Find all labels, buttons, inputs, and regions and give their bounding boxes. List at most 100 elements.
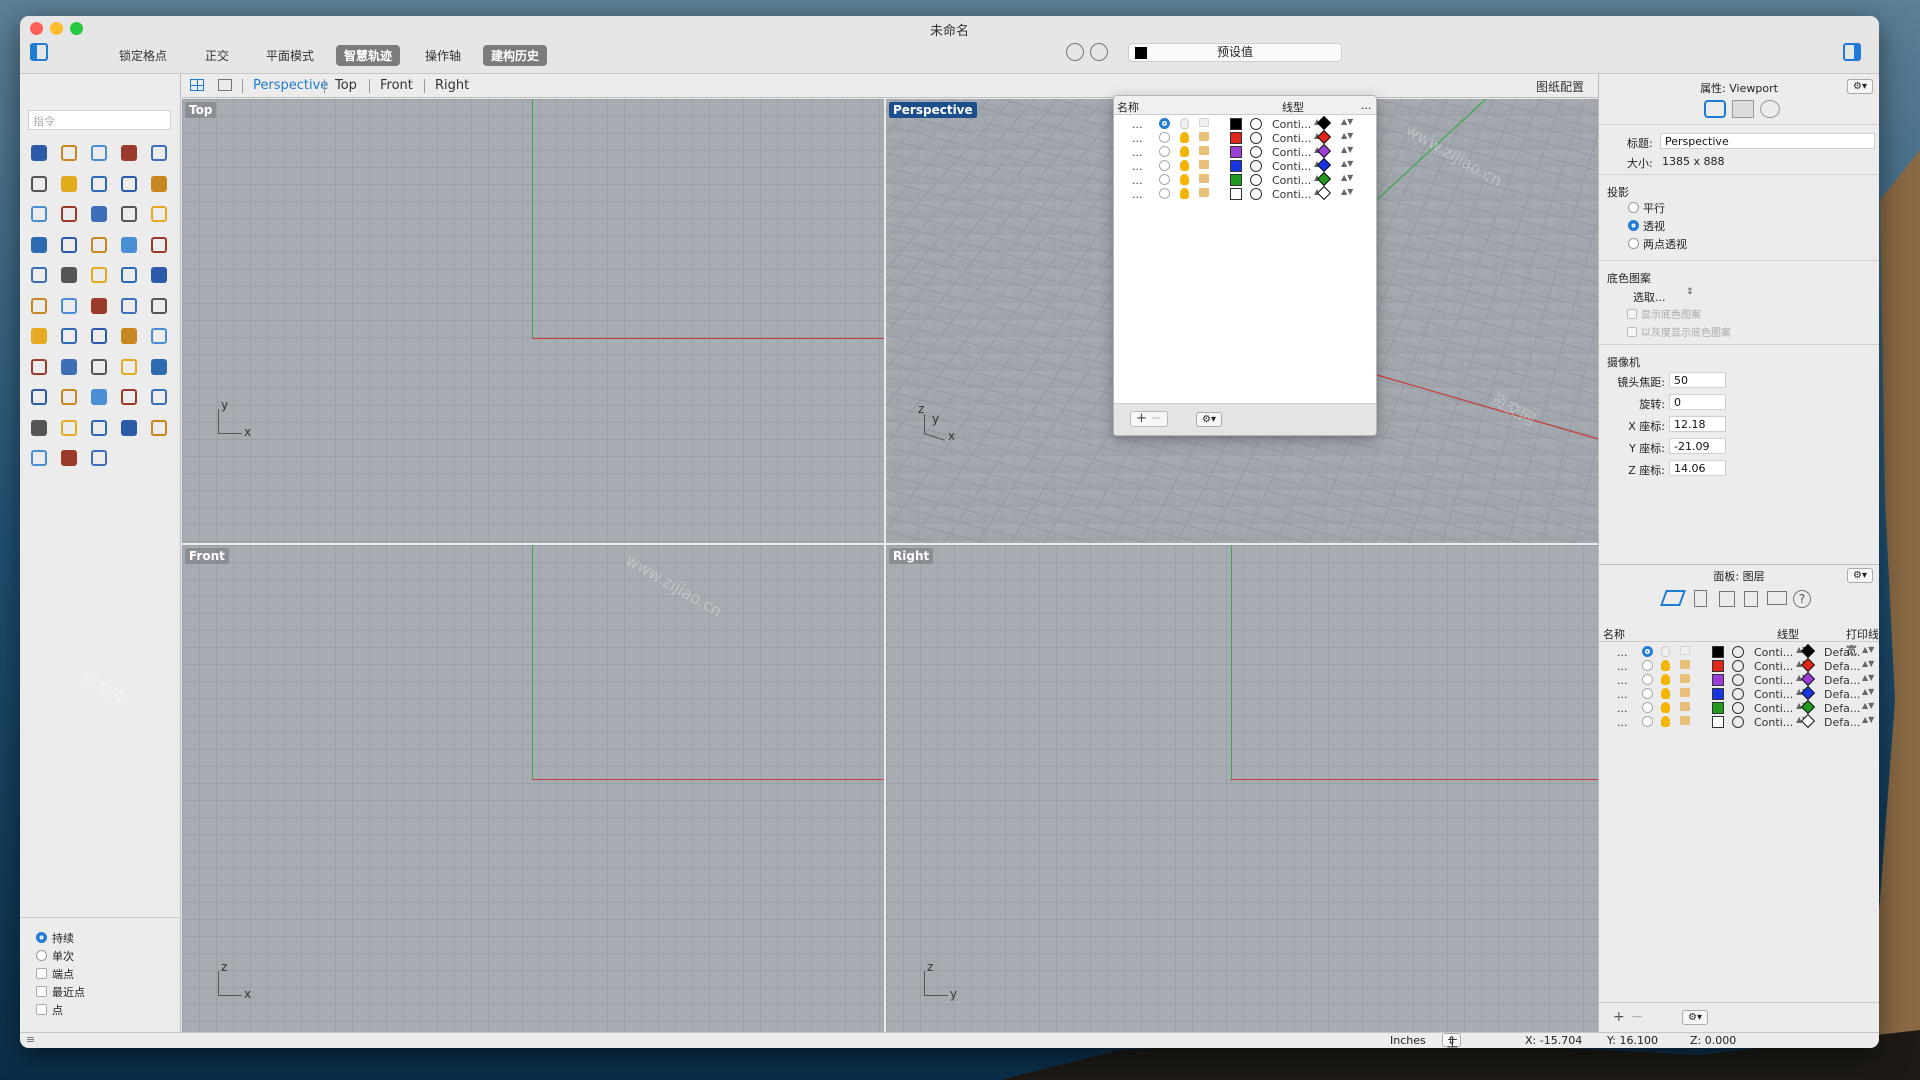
camera-field-input[interactable]: 0 bbox=[1669, 394, 1726, 410]
bulb-icon[interactable] bbox=[1661, 646, 1670, 657]
lock-tool-icon[interactable] bbox=[26, 415, 52, 441]
polygon-tool-icon[interactable] bbox=[86, 171, 112, 197]
toolbar-snap-grid[interactable]: 锁定格点 bbox=[111, 45, 175, 66]
zoom-tool-icon[interactable] bbox=[26, 354, 52, 380]
layer-color-swatch[interactable] bbox=[1712, 674, 1724, 686]
osnap-point[interactable]: 点 bbox=[36, 1002, 63, 1018]
layer-linetype[interactable]: Conti... bbox=[1754, 702, 1793, 715]
bulb-icon[interactable] bbox=[1661, 702, 1670, 713]
lock-icon[interactable] bbox=[1680, 646, 1690, 655]
copy-tool-icon[interactable] bbox=[26, 293, 52, 319]
light-tool-icon[interactable] bbox=[146, 354, 172, 380]
zoom-extents-tool-icon[interactable] bbox=[86, 354, 112, 380]
array-tool-icon[interactable] bbox=[146, 293, 172, 319]
layer-row[interactable]: ...Conti...▲▼▲▼ bbox=[1114, 171, 1376, 188]
layer-radio[interactable] bbox=[1642, 716, 1653, 727]
mesh-tool-icon[interactable] bbox=[86, 384, 112, 410]
point-tool-icon[interactable] bbox=[56, 140, 82, 166]
osnap-mode-persistent[interactable]: 持续 bbox=[36, 930, 74, 946]
material-tool-icon[interactable] bbox=[26, 445, 52, 471]
layer-radio[interactable] bbox=[1642, 688, 1653, 699]
layer-row[interactable]: ...Conti...▲▼Defa...▲▼ bbox=[1599, 657, 1879, 674]
lock-icon[interactable] bbox=[1680, 716, 1690, 725]
lasso-tool-icon[interactable] bbox=[146, 323, 172, 349]
ellipse-tool-icon[interactable] bbox=[116, 171, 142, 197]
lock-icon[interactable] bbox=[1680, 660, 1690, 669]
lock-icon[interactable] bbox=[1199, 132, 1209, 141]
move-tool-icon[interactable] bbox=[146, 262, 172, 288]
material-circle-icon[interactable] bbox=[1250, 146, 1262, 158]
lock-icon[interactable] bbox=[1199, 118, 1209, 127]
layer-radio[interactable] bbox=[1642, 660, 1653, 671]
render-tool-icon[interactable] bbox=[116, 323, 142, 349]
four-view-icon[interactable] bbox=[190, 79, 204, 91]
car-tool-icon[interactable] bbox=[56, 384, 82, 410]
layer-radio[interactable] bbox=[1642, 702, 1653, 713]
layer-color-swatch[interactable] bbox=[1712, 716, 1724, 728]
help-icon[interactable]: ? bbox=[1793, 590, 1811, 608]
layer-color-swatch[interactable] bbox=[1712, 702, 1724, 714]
bulb-icon[interactable] bbox=[1180, 160, 1189, 171]
command-input[interactable]: 指令 bbox=[28, 110, 171, 130]
mirror-tool-icon[interactable] bbox=[116, 293, 142, 319]
lock-icon[interactable] bbox=[1199, 174, 1209, 183]
material-circle-icon[interactable] bbox=[1250, 174, 1262, 186]
layer-linetype[interactable]: Conti... bbox=[1754, 674, 1793, 687]
layer-color-swatch[interactable] bbox=[1712, 646, 1724, 658]
layer-row[interactable]: ...Conti...▲▼▲▼ bbox=[1114, 157, 1376, 174]
material-circle-icon[interactable] bbox=[1732, 674, 1744, 686]
viewport-front[interactable]: Front z x bbox=[182, 545, 884, 1032]
layout-button[interactable]: 图纸配置 bbox=[1536, 78, 1584, 95]
gear-menu-icon[interactable]: ⚙▾ bbox=[1196, 412, 1222, 427]
layer-color-swatch[interactable] bbox=[1230, 132, 1242, 144]
cone-tool-icon[interactable] bbox=[56, 445, 82, 471]
sweep-tool-icon[interactable] bbox=[56, 201, 82, 227]
zoom-window-tool-icon[interactable] bbox=[56, 354, 82, 380]
bulb-icon[interactable] bbox=[1180, 188, 1189, 199]
menu-lines-icon[interactable]: ≡ bbox=[26, 1033, 35, 1046]
toolbar-ortho[interactable]: 正交 bbox=[197, 45, 237, 66]
layer-radio[interactable] bbox=[1159, 132, 1170, 143]
scale-tool-icon[interactable] bbox=[86, 293, 112, 319]
camera-field-input[interactable]: 14.06 bbox=[1669, 460, 1726, 476]
layer-row[interactable]: ...Conti...▲▼▲▼ bbox=[1114, 115, 1376, 132]
check-tool-icon[interactable] bbox=[86, 323, 112, 349]
block-tool-icon[interactable] bbox=[56, 323, 82, 349]
layer-row[interactable]: ...Conti...▲▼▲▼ bbox=[1114, 129, 1376, 146]
projection-two-point[interactable]: 两点透视 bbox=[1628, 236, 1687, 252]
layer-linetype[interactable]: Conti... bbox=[1272, 118, 1311, 131]
surface-tool-icon[interactable] bbox=[26, 201, 52, 227]
layer-print-width[interactable]: Defa... bbox=[1824, 702, 1860, 715]
lock-icon[interactable] bbox=[1199, 160, 1209, 169]
layer-print-width[interactable]: Defa... bbox=[1824, 674, 1860, 687]
toolbar-planar[interactable]: 平面模式 bbox=[258, 45, 322, 66]
lock-icon[interactable] bbox=[1680, 688, 1690, 697]
material-circle-icon[interactable] bbox=[1732, 688, 1744, 700]
bulb-icon[interactable] bbox=[1180, 132, 1189, 143]
layer-color-swatch[interactable] bbox=[1230, 188, 1242, 200]
points-tool-icon[interactable] bbox=[116, 384, 142, 410]
projection-parallel[interactable]: 平行 bbox=[1628, 200, 1665, 216]
union-tool-icon[interactable] bbox=[116, 232, 142, 258]
trim-tool-icon[interactable] bbox=[146, 232, 172, 258]
layer-linetype[interactable]: Conti... bbox=[1754, 688, 1793, 701]
cplane-selector[interactable]: 工作平面 ⇕ bbox=[1442, 1033, 1462, 1048]
layer-print-width[interactable]: Defa... bbox=[1824, 688, 1860, 701]
cylinder-tool-icon[interactable] bbox=[146, 201, 172, 227]
transform-tool-icon[interactable] bbox=[86, 445, 112, 471]
extrude-tool-icon[interactable] bbox=[56, 232, 82, 258]
layer-color-swatch[interactable] bbox=[1230, 160, 1242, 172]
circle-tool-icon[interactable] bbox=[146, 140, 172, 166]
layer-row[interactable]: ...Conti...▲▼Defa...▲▼ bbox=[1599, 699, 1879, 716]
material-circle-icon[interactable] bbox=[1732, 646, 1744, 658]
material-circle-icon[interactable] bbox=[1732, 716, 1744, 728]
layer-linetype[interactable]: Conti... bbox=[1754, 716, 1793, 729]
sphere-view-tool-icon[interactable] bbox=[116, 415, 142, 441]
single-view-icon[interactable] bbox=[218, 79, 232, 91]
layer-linetype[interactable]: Conti... bbox=[1272, 146, 1311, 159]
document-icon[interactable] bbox=[1694, 590, 1707, 607]
viewport-label[interactable]: Front bbox=[185, 548, 229, 564]
toolbar-gumball[interactable]: 操作轴 bbox=[417, 45, 469, 66]
text-tool-icon[interactable] bbox=[116, 262, 142, 288]
remove-layer-icon[interactable]: − bbox=[1631, 1009, 1643, 1025]
